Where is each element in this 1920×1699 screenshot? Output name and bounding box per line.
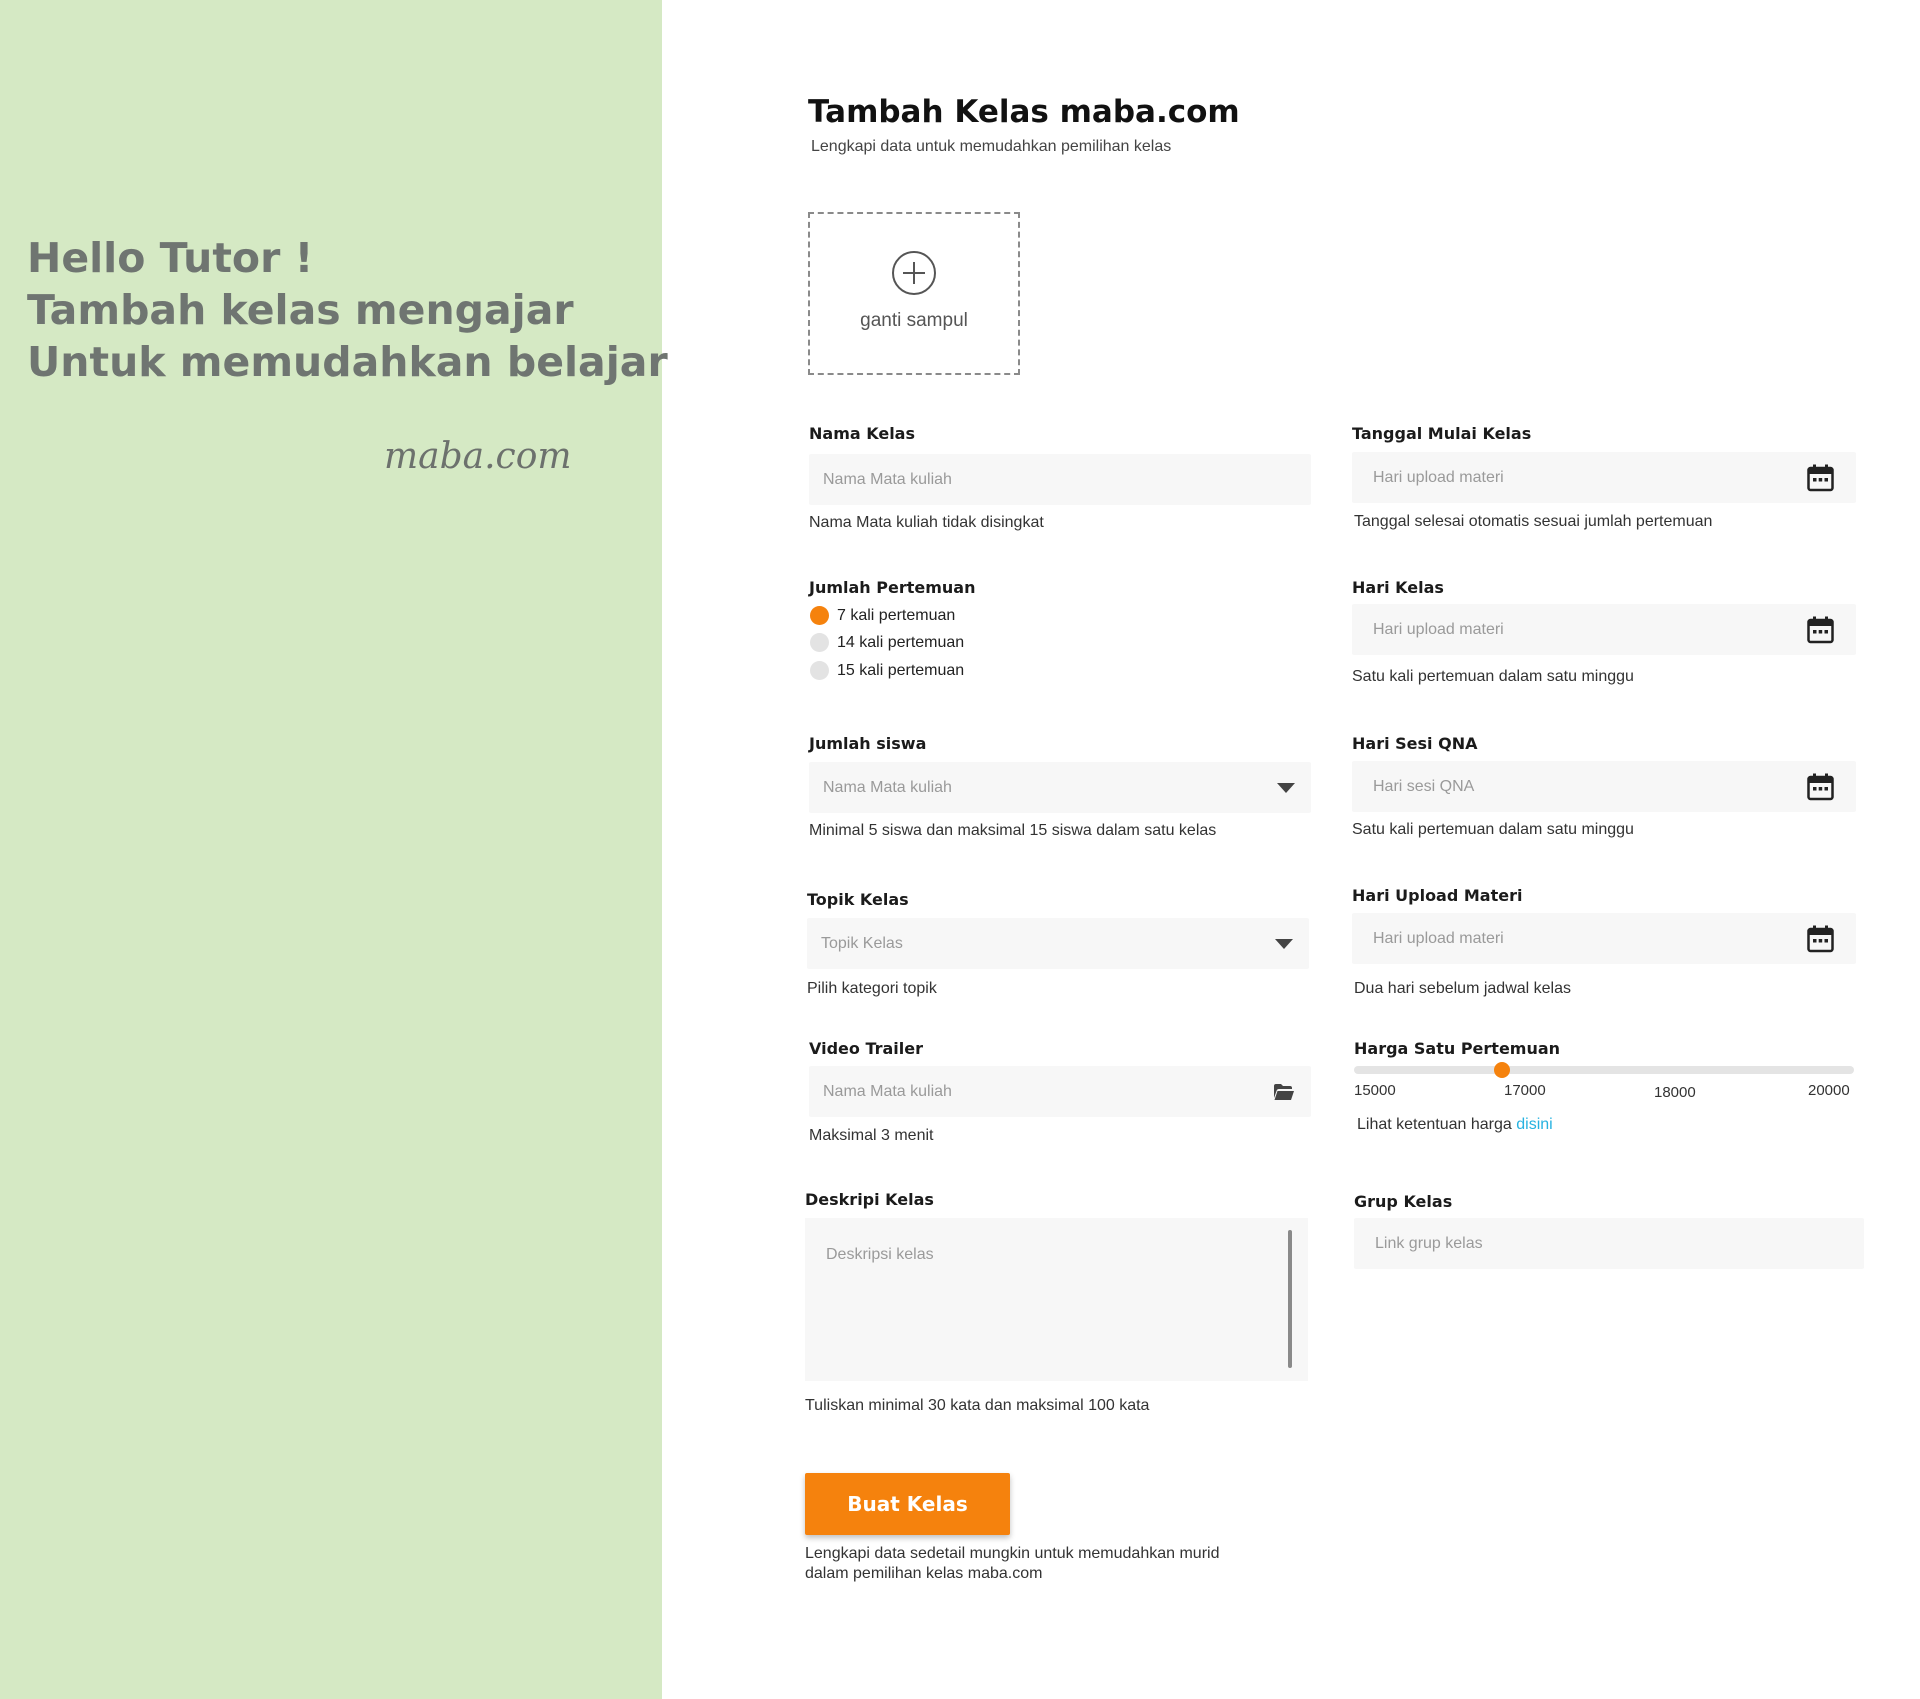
hari-kelas-helper: Satu kali pertemuan dalam satu minggu xyxy=(1352,668,1634,685)
hari-kelas-label: Hari Kelas xyxy=(1352,578,1444,597)
hari-sesi-qna-placeholder: Hari sesi QNA xyxy=(1373,777,1475,795)
grup-kelas-placeholder: Link grup kelas xyxy=(1375,1234,1483,1252)
page: Hello Tutor ! Tambah kelas mengajar Untu… xyxy=(0,0,1920,1699)
hari-sesi-qna-input[interactable]: Hari sesi QNA xyxy=(1352,761,1856,812)
radio-14-kali[interactable]: 14 kali pertemuan xyxy=(810,633,964,652)
hari-sesi-qna-label: Hari Sesi QNA xyxy=(1352,734,1478,753)
video-trailer-input[interactable]: Nama Mata kuliah xyxy=(809,1066,1311,1117)
cover-upload-label: ganti sampul xyxy=(860,310,968,331)
nama-kelas-helper: Nama Mata kuliah tidak disingkat xyxy=(809,514,1044,531)
hari-upload-materi-label: Hari Upload Materi xyxy=(1352,886,1523,905)
calendar-icon[interactable] xyxy=(1807,464,1834,492)
submit-footnote: Lengkapi data sedetail mungkin untuk mem… xyxy=(805,1545,1220,1582)
harga-disini-link[interactable]: disini xyxy=(1516,1116,1552,1133)
hari-upload-materi-placeholder: Hari upload materi xyxy=(1373,929,1504,947)
buat-kelas-button[interactable]: Buat Kelas xyxy=(805,1473,1010,1535)
hari-kelas-placeholder: Hari upload materi xyxy=(1373,620,1504,638)
topik-kelas-select[interactable]: Topik Kelas xyxy=(807,918,1309,969)
tanggal-mulai-helper: Tanggal selesai otomatis sesuai jumlah p… xyxy=(1354,513,1713,530)
deskripsi-kelas-placeholder: Deskripsi kelas xyxy=(826,1246,934,1263)
folder-open-icon[interactable] xyxy=(1273,1083,1295,1101)
radio-dot-selected xyxy=(810,606,829,625)
calendar-icon[interactable] xyxy=(1807,773,1834,801)
plus-circle-icon xyxy=(892,251,936,295)
radio-7-kali[interactable]: 7 kali pertemuan xyxy=(810,606,955,625)
deskripsi-kelas-helper: Tuliskan minimal 30 kata dan maksimal 10… xyxy=(805,1397,1150,1414)
radio-dot xyxy=(810,661,829,680)
textarea-scrollbar[interactable] xyxy=(1288,1230,1292,1368)
harga-helper-text: Lihat ketentuan harga xyxy=(1357,1116,1512,1133)
grup-kelas-label: Grup Kelas xyxy=(1354,1192,1453,1211)
calendar-icon[interactable] xyxy=(1807,925,1834,953)
hari-sesi-qna-helper: Satu kali pertemuan dalam satu minggu xyxy=(1352,821,1634,838)
deskripsi-kelas-textarea[interactable]: Deskripsi kelas xyxy=(805,1218,1308,1381)
tanggal-mulai-label: Tanggal Mulai Kelas xyxy=(1352,424,1532,443)
page-subtitle: Lengkapi data untuk memudahkan pemilihan… xyxy=(811,138,1172,155)
tanggal-mulai-input[interactable]: Hari upload materi xyxy=(1352,452,1856,503)
radio-label: 7 kali pertemuan xyxy=(837,606,956,624)
nama-kelas-label: Nama Kelas xyxy=(809,424,915,443)
deskripsi-kelas-label: Deskripi Kelas xyxy=(805,1190,934,1209)
page-title: Tambah Kelas maba.com xyxy=(808,94,1240,130)
video-trailer-label: Video Trailer xyxy=(809,1039,924,1058)
harga-helper: Lihat ketentuan harga disini xyxy=(1357,1116,1553,1134)
caret-down-icon xyxy=(1275,938,1293,949)
harga-slider[interactable] xyxy=(1354,1062,1854,1078)
topik-kelas-placeholder: Topik Kelas xyxy=(821,934,903,952)
grup-kelas-input[interactable]: Link grup kelas xyxy=(1354,1218,1864,1269)
harga-label: Harga Satu Pertemuan xyxy=(1354,1039,1561,1058)
harga-tick-18000: 18000 xyxy=(1654,1084,1696,1101)
jumlah-siswa-placeholder: Nama Mata kuliah xyxy=(823,778,952,796)
hari-kelas-input[interactable]: Hari upload materi xyxy=(1352,604,1856,655)
jumlah-siswa-helper: Minimal 5 siswa dan maksimal 15 siswa da… xyxy=(809,822,1217,839)
harga-tick-20000: 20000 xyxy=(1808,1082,1850,1099)
radio-label: 14 kali pertemuan xyxy=(837,633,965,651)
hari-upload-materi-input[interactable]: Hari upload materi xyxy=(1352,913,1856,964)
tanggal-mulai-placeholder: Hari upload materi xyxy=(1373,468,1504,486)
harga-slider-thumb[interactable] xyxy=(1493,1062,1510,1078)
topik-kelas-helper: Pilih kategori topik xyxy=(807,980,937,997)
topik-kelas-label: Topik Kelas xyxy=(807,890,909,909)
nama-kelas-placeholder: Nama Mata kuliah xyxy=(823,470,952,488)
add-class-form: Tambah Kelas maba.com Lengkapi data untu… xyxy=(0,0,1920,1699)
jumlah-siswa-label: Jumlah siswa xyxy=(809,734,927,753)
nama-kelas-input[interactable]: Nama Mata kuliah xyxy=(809,454,1311,505)
harga-tick-17000: 17000 xyxy=(1504,1082,1546,1099)
caret-down-icon xyxy=(1277,782,1295,793)
hari-upload-materi-helper: Dua hari sebelum jadwal kelas xyxy=(1354,980,1571,997)
radio-15-kali[interactable]: 15 kali pertemuan xyxy=(810,661,964,680)
radio-label: 15 kali pertemuan xyxy=(837,661,965,679)
jumlah-siswa-select[interactable]: Nama Mata kuliah xyxy=(809,762,1311,813)
radio-dot xyxy=(810,633,829,652)
harga-tick-15000: 15000 xyxy=(1354,1082,1396,1099)
video-trailer-placeholder: Nama Mata kuliah xyxy=(823,1082,952,1100)
video-trailer-helper: Maksimal 3 menit xyxy=(809,1127,934,1144)
calendar-icon[interactable] xyxy=(1807,616,1834,644)
jumlah-pertemuan-label: Jumlah Pertemuan xyxy=(809,578,976,597)
cover-upload-button[interactable]: ganti sampul xyxy=(808,212,1020,375)
